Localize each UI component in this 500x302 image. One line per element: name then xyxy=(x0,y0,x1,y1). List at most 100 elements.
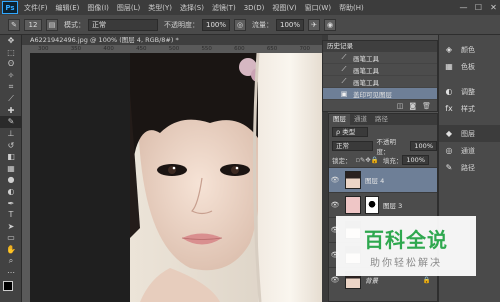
ruler-tick: 450 xyxy=(136,46,147,52)
marquee-tool-icon[interactable]: ⬚ xyxy=(0,47,22,59)
kind-filter-select[interactable]: ρ 类型 xyxy=(332,127,368,137)
layer-name: 图层 3 xyxy=(383,202,403,210)
layer-row[interactable]: 👁 图层 3 xyxy=(329,192,437,217)
camera-icon[interactable]: ◙ xyxy=(409,102,416,110)
maximize-button[interactable]: ☐ xyxy=(472,1,485,14)
menu-window[interactable]: 窗口(W) xyxy=(301,3,335,13)
eraser-tool-icon[interactable]: ◧ xyxy=(0,151,22,163)
canvas-photo[interactable] xyxy=(130,53,322,302)
layer-opacity-label: 不透明度： xyxy=(376,138,396,156)
flow-input[interactable]: 100% xyxy=(276,18,304,31)
history-item[interactable]: ⟋ 画笔工具 xyxy=(323,76,437,88)
clone-stamp-tool-icon[interactable]: ⊥ xyxy=(0,128,22,140)
panel-label: 样式 xyxy=(461,104,475,113)
type-tool-icon[interactable]: T xyxy=(0,209,22,221)
airbrush-icon[interactable]: ✈ xyxy=(308,18,320,31)
quick-select-tool-icon[interactable]: ✧ xyxy=(0,70,22,82)
close-button[interactable]: ✕ xyxy=(487,1,500,14)
menu-edit[interactable]: 编辑(E) xyxy=(52,3,84,13)
panel-swatches[interactable]: ▦ 色板 xyxy=(439,58,500,75)
pressure-opacity-icon[interactable]: ◎ xyxy=(234,18,246,31)
fill-label: 填充： xyxy=(382,157,403,165)
layer-opacity-input[interactable]: 100% xyxy=(410,141,437,151)
paths-icon: ✎ xyxy=(445,163,453,172)
pressure-size-icon[interactable]: ◉ xyxy=(324,18,336,31)
panel-adjustments[interactable]: ◐ 调整 xyxy=(439,83,500,100)
brush-size-value: 12 xyxy=(28,20,38,29)
zoom-tool-icon[interactable]: ⌕ xyxy=(0,255,22,267)
watermark-title: 百科全说 xyxy=(364,228,448,252)
menu-filter[interactable]: 滤镜(T) xyxy=(208,3,240,13)
fill-input[interactable]: 100% xyxy=(402,155,429,165)
history-item-label: 盖印可见图层 xyxy=(353,90,392,99)
brush-preset-icon[interactable]: ✎ xyxy=(8,18,20,31)
tools-panel: ✥ ⬚ ʘ ✧ ⌗ ⟋ ✚ ✎ ⊥ ↺ ◧ ▦ ● ◐ ✒ T ➤ ▭ ✋ ⌕ … xyxy=(0,35,22,302)
visibility-eye-icon[interactable]: 👁 xyxy=(329,276,341,284)
panel-layers[interactable]: ◆ 图层 xyxy=(439,125,500,142)
more-tools-icon[interactable]: ⋯ xyxy=(0,267,22,279)
lock-icon: 🔒 xyxy=(422,276,431,284)
tab-channels[interactable]: 通道 xyxy=(350,114,371,125)
opacity-input[interactable]: 100% xyxy=(202,18,230,31)
panel-color[interactable]: ◈ 颜色 xyxy=(439,41,500,58)
lock-icons[interactable]: ▫✎✥🔒 xyxy=(356,156,379,164)
eyedropper-tool-icon[interactable]: ⟋ xyxy=(0,93,22,105)
foreground-color[interactable] xyxy=(3,281,13,292)
panel-channels[interactable]: ◎ 通道 xyxy=(439,142,500,159)
gradient-tool-icon[interactable]: ▦ xyxy=(0,163,22,175)
ruler-horizontal: 300 350 400 450 500 550 600 650 700 xyxy=(22,45,322,53)
document-tab[interactable]: A6221942496.jpg @ 100% (图层 4, RGB/8#) * xyxy=(22,35,322,45)
swatch-icon: ▦ xyxy=(445,62,453,71)
color-swatches[interactable] xyxy=(0,278,21,302)
path-select-tool-icon[interactable]: ➤ xyxy=(0,221,22,233)
flow-label: 流量： xyxy=(252,20,273,29)
history-brush-tool-icon[interactable]: ↺ xyxy=(0,139,22,151)
trash-icon[interactable]: 🗑 xyxy=(422,102,431,110)
menu-view[interactable]: 视图(V) xyxy=(268,3,300,13)
new-snapshot-icon[interactable]: ◫ xyxy=(397,102,404,110)
ruler-tick: 550 xyxy=(201,46,212,52)
brush-panel-icon[interactable]: ▤ xyxy=(46,18,58,31)
blur-tool-icon[interactable]: ● xyxy=(0,174,22,186)
menu-select[interactable]: 选择(S) xyxy=(176,3,208,13)
layer-name: 图层 4 xyxy=(365,177,385,185)
visibility-eye-icon[interactable]: 👁 xyxy=(329,176,341,184)
history-item[interactable]: ⟋ 画笔工具 xyxy=(323,52,437,64)
healing-tool-icon[interactable]: ✚ xyxy=(0,105,22,117)
lasso-tool-icon[interactable]: ʘ xyxy=(0,58,22,70)
visibility-eye-icon[interactable]: 👁 xyxy=(329,201,341,209)
lock-label: 锁定： xyxy=(332,157,352,165)
brush-tool-icon[interactable]: ✎ xyxy=(0,116,22,128)
menu-bar: Ps 文件(F) 编辑(E) 图像(I) 图层(L) 类型(Y) 选择(S) 滤… xyxy=(0,0,500,15)
mode-select[interactable]: 正常 xyxy=(88,18,158,31)
blend-mode-select[interactable]: 正常 xyxy=(332,141,374,151)
ruler-tick: 400 xyxy=(103,46,114,52)
menu-type[interactable]: 类型(Y) xyxy=(144,3,176,13)
history-item-selected[interactable]: ▣ 盖印可见图层 xyxy=(323,88,437,100)
menu-help[interactable]: 帮助(H) xyxy=(335,3,368,13)
menu-file[interactable]: 文件(F) xyxy=(20,3,52,13)
layer-name: 背景 xyxy=(365,277,378,285)
move-tool-icon[interactable]: ✥ xyxy=(0,35,22,47)
menu-3d[interactable]: 3D(D) xyxy=(240,4,269,12)
history-item-label: 画笔工具 xyxy=(353,78,379,87)
panel-label: 调整 xyxy=(461,87,475,96)
minimize-button[interactable]: — xyxy=(457,1,470,14)
menu-layer[interactable]: 图层(L) xyxy=(113,3,144,13)
panel-paths[interactable]: ✎ 路径 xyxy=(439,159,500,176)
shape-tool-icon[interactable]: ▭ xyxy=(0,232,22,244)
tab-layers[interactable]: 图层 xyxy=(329,114,350,125)
pen-tool-icon[interactable]: ✒ xyxy=(0,197,22,209)
brush-size-picker[interactable]: 12 xyxy=(24,18,42,31)
history-item[interactable]: ⟋ 画笔工具 xyxy=(323,64,437,76)
layer-row[interactable]: 👁 图层 4 xyxy=(329,167,437,192)
hand-tool-icon[interactable]: ✋ xyxy=(0,244,22,256)
panel-styles[interactable]: fx 样式 xyxy=(439,100,500,117)
ps-logo: Ps xyxy=(2,1,18,14)
tab-paths[interactable]: 路径 xyxy=(371,114,392,125)
crop-tool-icon[interactable]: ⌗ xyxy=(0,81,22,93)
menu-image[interactable]: 图像(I) xyxy=(83,3,113,13)
dodge-tool-icon[interactable]: ◐ xyxy=(0,186,22,198)
ruler-tick: 700 xyxy=(299,46,311,52)
history-tab[interactable]: 历史记录 xyxy=(323,41,437,52)
